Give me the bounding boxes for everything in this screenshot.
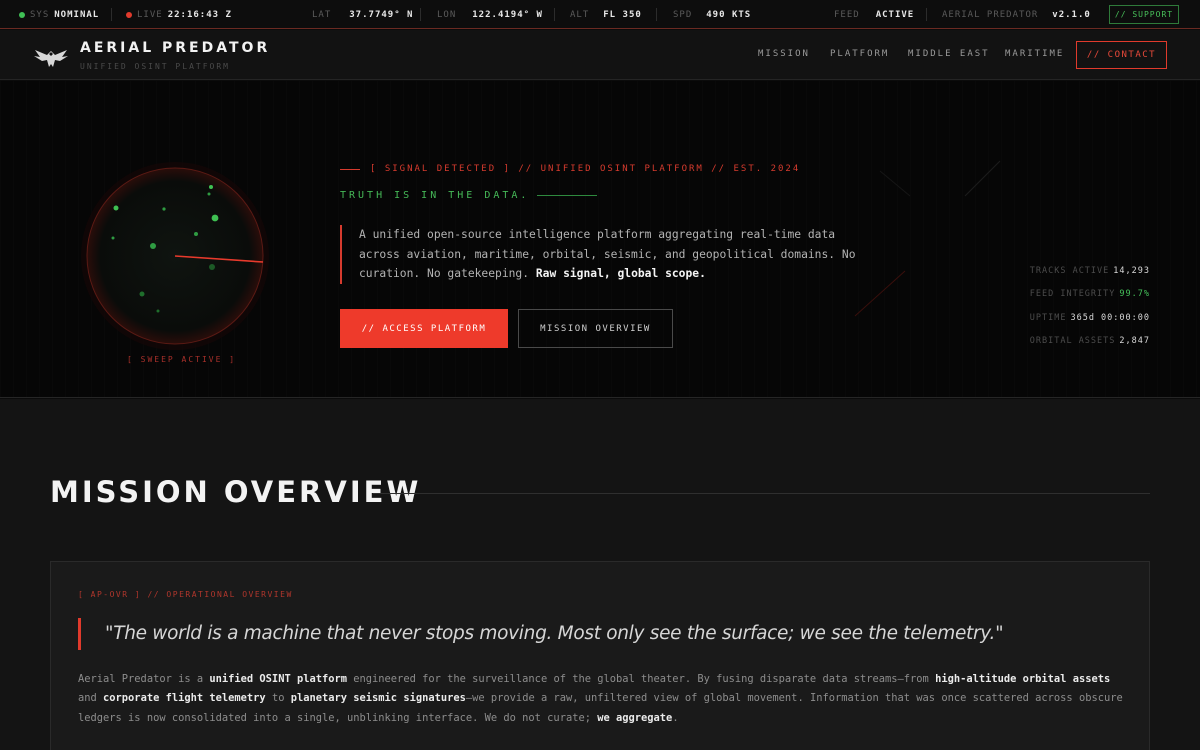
stat-value: 14,293 bbox=[1113, 266, 1150, 276]
spd-value: 490 KTS bbox=[706, 9, 752, 20]
stat-tracks-active: TRACKS ACTIVE 14,293 bbox=[960, 266, 1150, 289]
alt-label: ALT bbox=[570, 9, 590, 20]
live-clock: LIVE 22:16:43 Z bbox=[126, 0, 232, 29]
divider bbox=[554, 8, 555, 21]
feed-status: FEED ACTIVE bbox=[834, 0, 914, 29]
support-button[interactable]: // SUPPORT bbox=[1109, 5, 1179, 24]
feed-label: FEED bbox=[834, 9, 860, 20]
radar-blip bbox=[113, 205, 119, 211]
radar-blip bbox=[209, 264, 215, 270]
description-emphasis: Raw signal, global scope. bbox=[535, 267, 706, 280]
mission-section: MISSION OVERVIEW [ AP-OVR ] // OPERATION… bbox=[0, 399, 1200, 750]
altitude-readout: ALT FL 350 bbox=[570, 0, 642, 29]
nav-link-mission[interactable]: MISSION bbox=[758, 49, 810, 59]
signal-eyebrow: [ SIGNAL DETECTED ] // UNIFIED OSINT PLA… bbox=[340, 164, 800, 174]
sweep-status-label: [ SWEEP ACTIVE ] bbox=[127, 355, 237, 364]
body-text-segment: Aerial Predator is a bbox=[78, 673, 210, 685]
sys-label: SYS bbox=[30, 9, 50, 20]
status-bar: SYS NOMINAL LIVE 22:16:43 Z LAT 37.7749°… bbox=[0, 0, 1200, 29]
hero-tagline: TRUTH IS IN THE DATA. bbox=[340, 190, 598, 201]
brand-subtitle: UNIFIED OSINT PLATFORM bbox=[80, 62, 230, 71]
radar-blip bbox=[207, 192, 211, 196]
nav-link-maritime[interactable]: MARITIME bbox=[1005, 49, 1064, 59]
radar-blip bbox=[139, 291, 145, 297]
latitude-readout: LAT 37.7749° N bbox=[312, 0, 413, 29]
app-label: AERIAL PREDATOR bbox=[942, 9, 1039, 20]
stat-feed-integrity: FEED INTEGRITY 99.7% bbox=[960, 289, 1150, 312]
stat-value: 99.7% bbox=[1119, 289, 1150, 300]
radar-blip bbox=[162, 207, 166, 211]
lat-label: LAT bbox=[312, 9, 332, 20]
app-version: AERIAL PREDATOR v2.1.0 bbox=[942, 0, 1091, 29]
stat-label: UPTIME bbox=[1029, 312, 1067, 323]
brand-name[interactable]: AERIAL PREDATOR bbox=[80, 40, 270, 56]
access-platform-button[interactable]: // ACCESS PLATFORM bbox=[340, 309, 508, 348]
nav-link-middle-east[interactable]: MIDDLE EAST bbox=[908, 49, 990, 59]
sys-status: SYS NOMINAL bbox=[19, 0, 99, 29]
lon-value: 122.4194° W bbox=[472, 9, 543, 20]
stat-uptime: UPTIME 365d 00:00:00 bbox=[960, 313, 1150, 336]
body-text-segment: and bbox=[78, 692, 104, 705]
spd-label: SPD bbox=[673, 9, 693, 20]
eyebrow-text: [ SIGNAL DETECTED ] // UNIFIED OSINT PLA… bbox=[370, 164, 801, 174]
live-time: 22:16:43 Z bbox=[167, 9, 232, 20]
body-emphasis: we aggregate bbox=[597, 711, 673, 724]
tagline-text: TRUTH IS IN THE DATA. bbox=[340, 190, 530, 201]
tagline-rule bbox=[537, 195, 598, 196]
divider bbox=[111, 8, 112, 21]
body-emphasis: planetary seismic signatures bbox=[290, 692, 466, 705]
stat-value: 365d 00:00:00 bbox=[1070, 312, 1150, 323]
radar-scope bbox=[81, 162, 269, 350]
lon-label: LON bbox=[437, 9, 457, 20]
mission-body: Aerial Predator is a unified OSINT platf… bbox=[78, 670, 1123, 728]
contact-button[interactable]: // CONTACT bbox=[1076, 41, 1167, 69]
version-value: v2.1.0 bbox=[1052, 9, 1091, 20]
eagle-logo-icon[interactable] bbox=[33, 47, 69, 69]
mission-overview-button[interactable]: MISSION OVERVIEW bbox=[518, 309, 673, 348]
live-label: LIVE bbox=[137, 9, 163, 20]
nav-link-platform[interactable]: PLATFORM bbox=[830, 49, 889, 59]
overview-card: [ AP-OVR ] // OPERATIONAL OVERVIEW "The … bbox=[50, 561, 1150, 750]
divider bbox=[420, 8, 421, 21]
stat-label: FEED INTEGRITY bbox=[1029, 289, 1116, 300]
section-rule bbox=[373, 493, 1150, 494]
stat-label: ORBITAL ASSETS bbox=[1029, 335, 1116, 346]
main-nav: AERIAL PREDATOR UNIFIED OSINT PLATFORM M… bbox=[0, 30, 1200, 80]
divider bbox=[926, 8, 927, 21]
mission-quote: "The world is a machine that never stops… bbox=[78, 618, 1004, 650]
hero-description: A unified open-source intelligence platf… bbox=[340, 225, 865, 284]
radar-blip bbox=[209, 185, 213, 189]
sys-value: NOMINAL bbox=[54, 9, 100, 20]
body-text-segment: to bbox=[265, 692, 291, 705]
longitude-readout: LON 122.4194° W bbox=[437, 0, 543, 29]
radar-blip bbox=[211, 214, 219, 222]
alt-value: FL 350 bbox=[603, 9, 642, 20]
stat-orbital-assets: ORBITAL ASSETS 2,847 bbox=[960, 336, 1150, 359]
body-text-segment: engineered for the surveillance of the g… bbox=[347, 673, 936, 685]
body-emphasis: unified OSINT platform bbox=[209, 673, 348, 685]
divider bbox=[656, 8, 657, 21]
card-tag: [ AP-OVR ] // OPERATIONAL OVERVIEW bbox=[78, 590, 293, 599]
speed-readout: SPD 490 KTS bbox=[673, 0, 751, 29]
section-title: MISSION OVERVIEW bbox=[50, 475, 422, 509]
body-emphasis: corporate flight telemetry bbox=[103, 692, 266, 705]
radar-blip bbox=[150, 243, 156, 249]
feed-value: ACTIVE bbox=[875, 9, 915, 20]
radar-blip bbox=[194, 232, 198, 236]
live-dot-icon bbox=[126, 11, 132, 18]
radar-blip bbox=[156, 309, 160, 313]
stat-value: 2,847 bbox=[1119, 335, 1150, 346]
status-ok-icon bbox=[19, 11, 25, 18]
hero-section: [ SWEEP ACTIVE ] [ SIGNAL DETECTED ] // … bbox=[0, 81, 1200, 398]
radar-blip bbox=[111, 236, 115, 240]
eyebrow-rule bbox=[340, 168, 360, 170]
live-stats: TRACKS ACTIVE 14,293 FEED INTEGRITY 99.7% … bbox=[960, 266, 1150, 359]
stat-label: TRACKS ACTIVE bbox=[1029, 266, 1110, 276]
body-emphasis: high-altitude orbital assets bbox=[935, 673, 1111, 685]
lat-value: 37.7749° N bbox=[349, 9, 414, 20]
body-text-segment: . bbox=[672, 711, 679, 724]
